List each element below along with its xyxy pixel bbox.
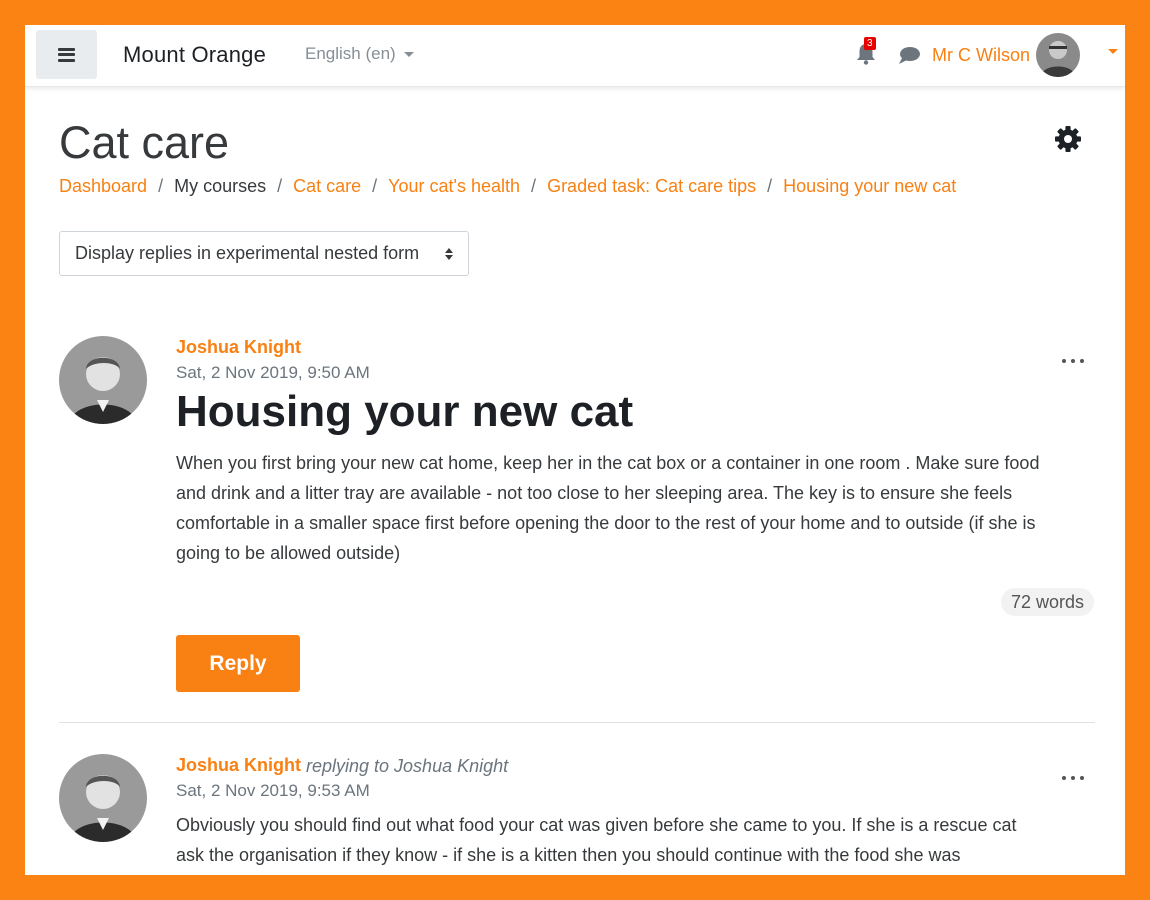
user-menu[interactable]: Mr C Wilson (932, 32, 1080, 78)
more-horizontal-icon[interactable] (1062, 356, 1084, 366)
reply-button[interactable]: Reply (176, 635, 300, 692)
site-name[interactable]: Mount Orange (123, 42, 266, 68)
breadcrumb-separator: / (372, 176, 378, 196)
user-menu-caret-icon[interactable] (1108, 49, 1118, 54)
post-author-name[interactable]: Joshua Knight (176, 337, 301, 358)
page-frame: Mount Orange English (en) 3 Mr C Wilson (25, 25, 1125, 875)
select-arrows-icon (445, 247, 453, 260)
display-mode-value: Display replies in experimental nested f… (75, 243, 420, 263)
gear-icon[interactable] (1054, 125, 1082, 153)
post-author-avatar[interactable] (59, 336, 147, 424)
language-label: English (en) (305, 44, 396, 63)
user-name: Mr C Wilson (932, 44, 1030, 65)
breadcrumb-separator: / (277, 176, 283, 196)
display-mode-select[interactable]: Display replies in experimental nested f… (59, 231, 469, 276)
post-timestamp: Sat, 2 Nov 2019, 9:53 AM (176, 781, 370, 800)
hamburger-icon (58, 47, 75, 62)
post-body: Obviously you should find out what food … (176, 815, 1017, 865)
word-count-badge: 72 words (1001, 588, 1095, 616)
breadcrumb-separator: / (767, 176, 773, 196)
breadcrumb-my-courses: My courses (174, 176, 267, 196)
replying-to-label: replying to Joshua Knight (306, 756, 509, 776)
breadcrumb-section[interactable]: Your cat's health (388, 176, 520, 197)
top-navbar: Mount Orange English (en) 3 Mr C Wilson (25, 25, 1125, 87)
post-author-name[interactable]: Joshua Knight (176, 755, 301, 776)
breadcrumb-separator: / (158, 176, 164, 196)
breadcrumb-dashboard[interactable]: Dashboard (59, 176, 147, 197)
breadcrumb-course[interactable]: Cat care (293, 176, 361, 197)
more-horizontal-icon[interactable] (1062, 773, 1084, 783)
language-menu[interactable]: English (en) (305, 44, 414, 64)
post-author-avatar[interactable] (59, 754, 147, 842)
user-avatar (1036, 33, 1080, 77)
breadcrumb: Dashboard / My courses / Cat care / Your… (59, 176, 956, 197)
page-title: Cat care (59, 117, 230, 168)
chevron-down-icon (403, 51, 414, 57)
chat-bubble-icon[interactable] (897, 45, 921, 65)
post-body: When you first bring your new cat home, … (176, 453, 1040, 563)
post-timestamp: Sat, 2 Nov 2019, 9:50 AM (176, 363, 370, 382)
nav-drawer-toggle-button[interactable] (36, 30, 97, 79)
breadcrumb-separator: / (531, 176, 537, 196)
breadcrumb-discussion[interactable]: Housing your new cat (783, 176, 956, 197)
post-subject: Housing your new cat (176, 387, 634, 436)
breadcrumb-activity[interactable]: Graded task: Cat care tips (547, 176, 756, 197)
post-divider (59, 722, 1095, 723)
notification-count-badge: 3 (864, 37, 876, 50)
